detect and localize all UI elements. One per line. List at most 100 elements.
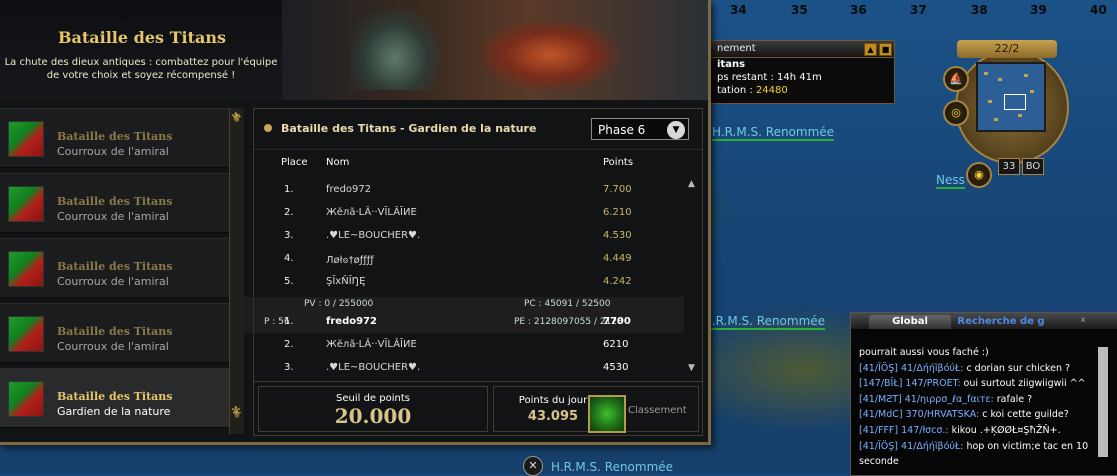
event-list-item[interactable]: Bataille des Titans Courroux de l'amiral	[0, 108, 229, 168]
ranking-label[interactable]: Classement	[628, 405, 687, 416]
table-row[interactable]: 1. fredo972 7.700	[254, 179, 684, 202]
ship-icon[interactable]: ⛵	[943, 66, 969, 92]
ship-label-renommee[interactable]: H.R.M.S. Renommée	[551, 460, 673, 474]
chat-text: rafale ?	[993, 393, 1033, 405]
chat-user[interactable]: [41/MdC] 370/HRVATSKA:	[859, 409, 979, 420]
chat-user[interactable]: [41/ĪÖŞ] 41/ΔήήĩβóύŁ:	[859, 441, 963, 452]
island-marker	[994, 118, 998, 121]
globe-icon[interactable]: ◉	[966, 162, 992, 188]
scroll-down-icon[interactable]: ▼	[688, 363, 695, 373]
event-details: Bataille des Titans - Gardien de la natu…	[244, 108, 703, 436]
event-icon	[8, 251, 44, 287]
coord-label: 35	[791, 3, 808, 17]
event-icon	[8, 121, 44, 157]
minimap-zoom-value[interactable]: 33	[998, 158, 1020, 175]
chat-line: [147/ΒĪŁ] 147/PROET: oui surtout ziigwii…	[859, 376, 1091, 392]
chat-text: c dorian sur chicken ?	[963, 362, 1071, 374]
table-row[interactable]: 4. Лøł๏†øƒƒƒƒ 4.449	[254, 248, 684, 271]
coord-label: 36	[850, 3, 867, 17]
minimap-mode-value[interactable]: BO	[1022, 158, 1044, 175]
event-list-item[interactable]: Bataille des Titans Courroux de l'amiral	[0, 173, 229, 233]
table-row[interactable]: 2. Жĕлã·LÂ··VĪLÂĪИЕ 6.210	[254, 202, 684, 225]
tab-guild-search[interactable]: Recherche de g	[955, 315, 1047, 329]
coord-label: 40	[1090, 3, 1107, 17]
event-list-item[interactable]: Bataille des Titans Courroux de l'amiral	[0, 238, 229, 298]
event-list-item[interactable]: Bataille des Titans Courroux de l'amiral	[0, 303, 229, 363]
island-marker	[988, 100, 992, 103]
chat-line: [41/FFF] 147/łσcσ.: kikou .+ĶØØŁ¤ŞħŽŇ+.	[859, 423, 1091, 439]
tab-global[interactable]: Global	[869, 315, 951, 329]
chevron-down-icon[interactable]: ▼	[667, 121, 685, 139]
table-row[interactable]: 5. ŞĪxŇĪŊĘ 4.242	[254, 271, 684, 294]
table-row[interactable]: 2. Жĕлã·LÂ··VĪLÂĪИЕ 6210	[254, 334, 684, 357]
event-header-label: nement	[717, 43, 756, 54]
table-row[interactable]: 3. .♥LE~BOUCHER♥. 4.530	[254, 225, 684, 248]
chat-text: seconde	[859, 456, 899, 468]
close-icon[interactable]: x	[1078, 315, 1088, 326]
minimap-view[interactable]	[976, 62, 1046, 132]
row-points: 4.242	[603, 276, 632, 287]
target-icon[interactable]: ◎	[943, 100, 969, 126]
event-list: Bataille des Titans Courroux de l'amiral…	[0, 108, 229, 434]
chat-user[interactable]: [41/ĪÖŞ] 41/ΔήήĩβóύŁ:	[859, 363, 963, 374]
event-header[interactable]: nement ▲ ■	[701, 41, 894, 58]
pv-value: PV : 0 / 255000	[304, 299, 374, 309]
pc-value: PC : 45091 / 52500	[524, 299, 611, 309]
lock-icon[interactable]: ■	[879, 43, 892, 56]
table-row-current-player[interactable]: 1. fredo972 7700	[254, 311, 684, 334]
row-points: 6.210	[603, 207, 632, 218]
event-list-scrollbar[interactable]: ⚜ ⚜	[229, 108, 244, 434]
island-marker	[1030, 90, 1034, 93]
chat-user[interactable]: [147/ΒĪŁ] 147/PROET:	[859, 378, 961, 389]
minimap-viewport[interactable]	[1004, 94, 1026, 110]
chat-line: [41/ĪÖŞ] 41/ΔήήĩβóύŁ: c dorian sur chick…	[859, 361, 1091, 377]
chat-tabbar: Global Recherche de g x	[851, 313, 1117, 329]
scroll-up-icon[interactable]: ▲	[688, 179, 695, 189]
event-info-box: nement ▲ ■ itans ps restant : 14h 41m tat…	[700, 40, 895, 104]
event-item-title: Bataille des Titans	[57, 390, 173, 403]
chat-user[interactable]: [41/FFF] 147/łσcσ.:	[859, 425, 949, 436]
event-banner: Bataille des Titans La chute des dieux a…	[0, 0, 708, 100]
phase-dropdown-value: Phase 6	[598, 123, 646, 137]
phase-dropdown[interactable]: Phase 6 ▼	[591, 118, 689, 140]
minimap: 22/2 ⛵ ◎ ◉ 33 BO	[940, 40, 1076, 188]
bullet-icon	[264, 124, 272, 132]
row-points: 4.449	[603, 253, 632, 264]
fire-artwork	[480, 20, 620, 90]
row-name: .♥LE~BOUCHER♥.	[326, 230, 421, 241]
event-item-title: Bataille des Titans	[57, 195, 173, 208]
row-name: Лøł๏†øƒƒƒƒ	[326, 255, 374, 266]
chat-text: oui surtout ziigwiigwii ^^	[960, 378, 1086, 390]
daily-points-box: Points du jour 43.095 Classement	[493, 386, 699, 433]
time-value: 14h 41m	[777, 72, 822, 83]
ranking-tree-icon[interactable]	[588, 395, 626, 433]
chat-line: seconde	[859, 454, 1091, 470]
chat-line: [41/MƧT] 41/ηιρρσ_ℓα_fαιтε: rafale ?	[859, 392, 1091, 408]
col-header-name: Nom	[326, 157, 350, 168]
chat-scrollbar[interactable]	[1098, 347, 1108, 457]
chat-text: kikou .+ĶØØŁ¤ŞħŽŇ+.	[948, 424, 1061, 436]
event-icon	[8, 186, 44, 222]
row-name: fredo972	[326, 316, 377, 327]
island-marker	[984, 72, 988, 75]
event-item-subtitle: Courroux de l'amiral	[57, 145, 169, 158]
table-row[interactable]: 3. .♥LE~BOUCHER♥. 4530	[254, 357, 684, 380]
row-name: Жĕлã·LÂ··VĪLÂĪИЕ	[326, 207, 417, 218]
minimize-icon[interactable]: ▲	[864, 43, 877, 56]
crossed-swords-icon[interactable]: ✕	[523, 456, 543, 476]
panel-title: Bataille des Titans	[58, 28, 226, 47]
event-list-item-selected[interactable]: Bataille des Titans Gardien de la nature	[0, 368, 229, 428]
chat-text: pourrait aussi vous faché :)	[859, 347, 989, 358]
ship-label-renommee[interactable]: H.R.M.S. Renommée	[703, 314, 826, 330]
row-name: ŞĪxŇĪŊĘ	[326, 276, 366, 287]
chat-line: pourrait aussi vous faché :)	[859, 345, 1091, 361]
coord-label: 37	[910, 3, 927, 17]
chat-user[interactable]: [41/MƧT] 41/ηιρρσ_ℓα_fαιтε:	[859, 394, 994, 405]
ship-label-renommee[interactable]: H.R.M.S. Renommée	[712, 125, 835, 141]
coord-label: 34	[730, 3, 747, 17]
row-name: .♥LE~BOUCHER♥.	[326, 362, 421, 373]
ranking-scrollbar[interactable]: ▲ ▼	[688, 179, 698, 379]
col-header-place: Place	[281, 157, 308, 168]
panel-subtitle: La chute des dieux antiques : combattez …	[4, 57, 278, 81]
island-marker	[1018, 114, 1022, 117]
